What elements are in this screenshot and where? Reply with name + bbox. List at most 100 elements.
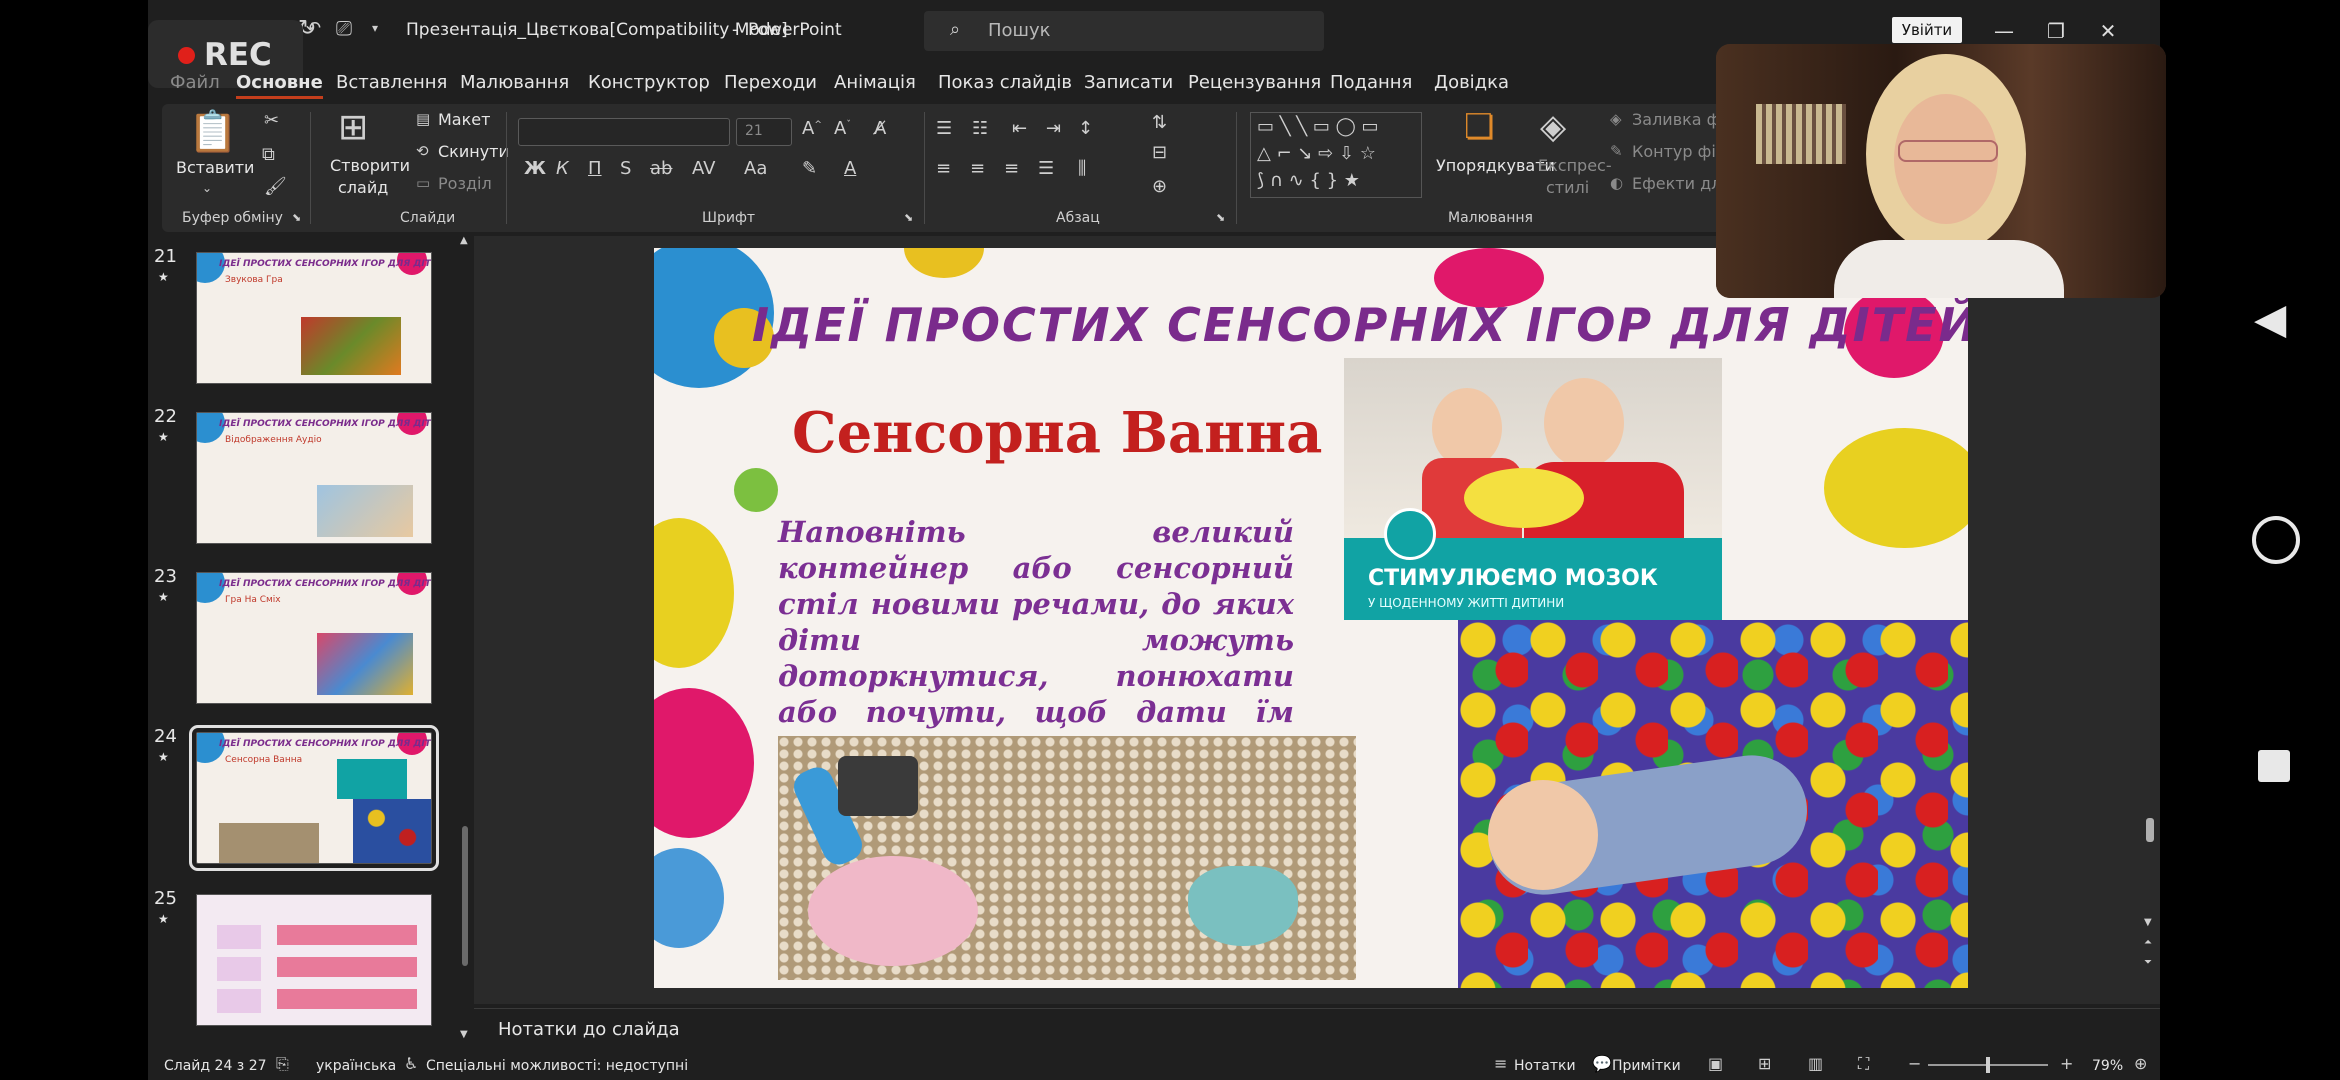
close-icon[interactable]: ✕: [2090, 14, 2126, 48]
arrange-icon[interactable]: ❏: [1464, 110, 1494, 144]
layout-button[interactable]: Макет: [438, 110, 490, 129]
zoom-level[interactable]: 79%: [2092, 1058, 2123, 1074]
smartart-icon[interactable]: ⊕: [1152, 178, 1167, 196]
shapes-gallery[interactable]: ▭ ╲ ╲ ▭ ◯ ▭ △ ⌐ ↘ ⇨ ⇩ ☆ ⟆ ∩ ∿ { } ★: [1250, 112, 1422, 198]
increase-indent-icon[interactable]: ⇥: [1046, 120, 1061, 138]
notes-pane[interactable]: Нотатки до слайда: [474, 1008, 2160, 1051]
back-nav-icon[interactable]: ◀: [2254, 294, 2286, 343]
highlight-icon[interactable]: ✎: [802, 160, 817, 178]
quick-access-dropdown-icon[interactable]: ▾: [372, 22, 378, 34]
new-slide-icon[interactable]: ⊞: [338, 110, 368, 146]
scroll-thumb[interactable]: [462, 826, 468, 966]
clear-formatting-icon[interactable]: A̸: [874, 120, 886, 138]
reset-icon[interactable]: ⟲: [416, 144, 429, 159]
tab-help[interactable]: Довідка: [1434, 72, 1509, 93]
ball-pit-photo[interactable]: [1458, 620, 1968, 988]
section-icon[interactable]: ▭: [416, 176, 430, 191]
slideshow-view-icon[interactable]: ⛶: [1858, 1056, 1869, 1072]
restore-icon[interactable]: ❐: [2038, 14, 2074, 48]
paragraph-launcher-icon[interactable]: ⬊: [1216, 212, 1225, 223]
new-slide-button-line2[interactable]: слайд: [338, 178, 388, 197]
bullets-icon[interactable]: ☰: [936, 120, 952, 138]
new-slide-button-line1[interactable]: Створити: [330, 156, 410, 175]
section-button[interactable]: Розділ: [438, 174, 492, 193]
slide-body-text[interactable]: Наповніть великий контейнер або сенсорни…: [778, 514, 1294, 766]
minimize-icon[interactable]: —: [1986, 14, 2022, 48]
change-case-icon[interactable]: Aa: [744, 160, 767, 178]
signin-button[interactable]: Увійти: [1892, 17, 1962, 43]
mother-child-photo[interactable]: СТИМУЛЮЄМО МОЗОК У ЩОДЕННОМУ ЖИТТІ ДИТИН…: [1344, 358, 1722, 620]
cut-icon[interactable]: ✂: [264, 112, 279, 130]
font-size-combo[interactable]: 21: [736, 118, 792, 146]
reset-button[interactable]: Скинути: [438, 142, 509, 161]
layout-icon[interactable]: ▤: [416, 112, 430, 127]
underline-icon[interactable]: П: [588, 160, 602, 178]
copy-icon[interactable]: ⧉: [262, 146, 275, 164]
char-spacing-icon[interactable]: AV: [692, 160, 715, 178]
slide-subtitle[interactable]: Сенсорна Ванна: [792, 400, 1322, 466]
tab-slideshow[interactable]: Показ слайдів: [938, 72, 1072, 93]
scroll-up-icon[interactable]: ▲: [460, 236, 468, 246]
paste-dropdown-icon[interactable]: ⌄: [202, 182, 212, 194]
thumbnail-scrollbar[interactable]: ▲ ▼: [460, 236, 470, 1044]
tab-design[interactable]: Конструктор: [588, 72, 710, 93]
recents-nav-icon[interactable]: [2258, 750, 2290, 782]
thumbnail-slide-22[interactable]: ІДЕЇ ПРОСТИХ СЕНСОРНИХ ІГОР ДЛЯ ДІТЕЙ Ві…: [196, 412, 432, 544]
tab-record[interactable]: Записати: [1084, 72, 1173, 93]
increase-font-icon[interactable]: A^: [802, 120, 822, 138]
tab-review[interactable]: Рецензування: [1188, 72, 1321, 93]
scroll-down-icon[interactable]: ▼: [460, 1030, 468, 1040]
present-from-start-icon[interactable]: ⎚: [336, 18, 352, 38]
font-color-icon[interactable]: A: [844, 160, 856, 178]
canvas-scrollbar[interactable]: ▼ ⏶ ⏷: [2144, 236, 2156, 1006]
current-slide[interactable]: ІДЕЇ ПРОСТИХ СЕНСОРНИХ ІГОР ДЛЯ ДІТЕЙ Се…: [654, 248, 1968, 988]
accessibility-icon[interactable]: ♿: [404, 1056, 418, 1072]
thumbnail-slide-25[interactable]: [196, 894, 432, 1026]
next-slide-icon[interactable]: ⏷: [2144, 958, 2152, 968]
tab-animations[interactable]: Анімація: [834, 72, 916, 93]
spellcheck-icon[interactable]: ⎘: [276, 1056, 289, 1072]
text-direction-icon[interactable]: ⇅: [1152, 114, 1167, 132]
scroll-thumb[interactable]: [2146, 818, 2154, 842]
slide-sorter-icon[interactable]: ⊞: [1758, 1056, 1771, 1072]
shape-effects-icon[interactable]: ◐: [1610, 176, 1623, 191]
font-launcher-icon[interactable]: ⬊: [904, 212, 913, 223]
zoom-slider[interactable]: [1928, 1057, 2048, 1073]
notes-placeholder[interactable]: Нотатки до слайда: [498, 1019, 680, 1040]
thumbnail-slide-21[interactable]: ІДЕЇ ПРОСТИХ СЕНСОРНИХ ІГОР ДЛЯ ДІТЕЙ Зв…: [196, 252, 432, 384]
clipboard-launcher-icon[interactable]: ⬊: [292, 212, 301, 223]
align-right-icon[interactable]: ≡: [1004, 160, 1019, 178]
italic-icon[interactable]: К: [556, 160, 569, 178]
paste-button[interactable]: Вставити: [176, 158, 254, 177]
language-indicator[interactable]: українська: [316, 1058, 396, 1074]
quick-styles-button-line2[interactable]: стилі: [1546, 178, 1589, 197]
comments-icon[interactable]: 💬: [1592, 1056, 1612, 1072]
justify-icon[interactable]: ☰: [1038, 160, 1054, 178]
paste-icon[interactable]: 📋: [188, 112, 238, 152]
tab-home[interactable]: Основне: [236, 72, 323, 99]
search-box[interactable]: ⌕ Пошук: [924, 11, 1324, 51]
thumbnail-slide-23[interactable]: ІДЕЇ ПРОСТИХ СЕНСОРНИХ ІГОР ДЛЯ ДІТЕЙ Гр…: [196, 572, 432, 704]
quick-styles-button-line1[interactable]: Експрес-: [1538, 156, 1612, 175]
notes-toggle-icon[interactable]: ≡: [1494, 1056, 1507, 1072]
home-nav-icon[interactable]: [2252, 516, 2300, 564]
normal-view-icon[interactable]: ▣: [1708, 1056, 1723, 1072]
slide-title[interactable]: ІДЕЇ ПРОСТИХ СЕНСОРНИХ ІГОР ДЛЯ ДІТЕЙ: [752, 298, 1968, 352]
columns-icon[interactable]: ⫼: [1078, 160, 1086, 178]
shape-fill-icon[interactable]: ◈: [1610, 112, 1622, 127]
decrease-indent-icon[interactable]: ⇤: [1012, 120, 1027, 138]
align-text-icon[interactable]: ⊟: [1152, 144, 1167, 162]
bold-icon[interactable]: Ж: [524, 160, 546, 178]
reading-view-icon[interactable]: ▥: [1808, 1056, 1823, 1072]
tab-file[interactable]: Файл: [170, 72, 220, 93]
accessibility-status[interactable]: Спеціальні можливості: недоступні: [426, 1058, 688, 1074]
shadow-icon[interactable]: S: [620, 160, 631, 178]
comments-button[interactable]: Примітки: [1612, 1058, 1681, 1074]
numbering-icon[interactable]: ☷: [972, 120, 988, 138]
font-family-combo[interactable]: [518, 118, 730, 146]
previous-slide-icon[interactable]: ⏶: [2144, 938, 2152, 948]
tab-view[interactable]: Подання: [1330, 72, 1412, 93]
tab-transitions[interactable]: Переходи: [724, 72, 817, 93]
zoom-in-icon[interactable]: +: [2060, 1056, 2073, 1072]
format-painter-icon[interactable]: 🖌: [264, 178, 287, 196]
